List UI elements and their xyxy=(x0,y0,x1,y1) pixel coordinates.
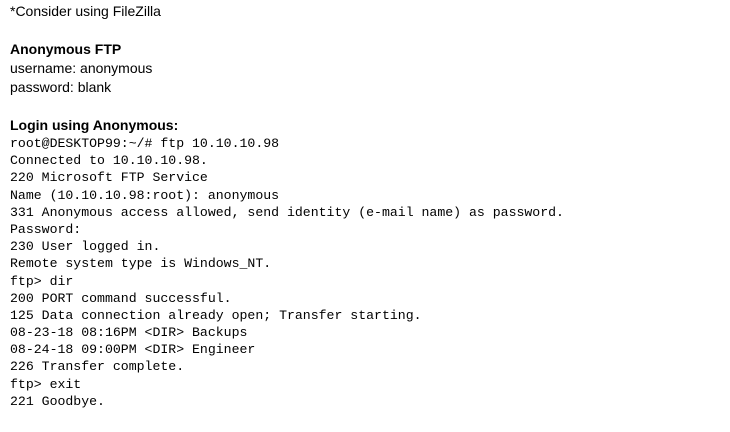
terminal-line: ftp> exit xyxy=(10,376,82,392)
username-line: username: anonymous xyxy=(10,60,153,76)
anonymous-ftp-heading: Anonymous FTP xyxy=(10,41,122,57)
terminal-line: ftp> dir xyxy=(10,273,74,289)
terminal-session: root@DESKTOP99:~/# ftp 10.10.10.98 Conne… xyxy=(10,135,725,410)
terminal-line: Remote system type is Windows_NT. xyxy=(10,256,272,272)
terminal-line: Connected to 10.10.10.98. xyxy=(10,153,208,169)
terminal-line: 220 Microsoft FTP Service xyxy=(10,170,208,186)
terminal-line: Name (10.10.10.98:root): anonymous xyxy=(10,187,280,203)
terminal-line: 221 Goodbye. xyxy=(10,393,105,409)
login-heading: Login using Anonymous: xyxy=(10,117,179,133)
terminal-line: 125 Data connection already open; Transf… xyxy=(10,307,422,323)
terminal-line: 200 PORT command successful. xyxy=(10,290,232,306)
filezilla-note: *Consider using FileZilla xyxy=(10,3,161,19)
terminal-line: 226 Transfer complete. xyxy=(10,359,185,375)
terminal-line: 230 User logged in. xyxy=(10,239,161,255)
terminal-line: 08-23-18 08:16PM <DIR> Backups xyxy=(10,325,248,341)
document-page: *Consider using FileZilla Anonymous FTP … xyxy=(10,0,725,410)
terminal-line: root@DESKTOP99:~/# ftp 10.10.10.98 xyxy=(10,136,280,151)
terminal-line: 08-24-18 09:00PM <DIR> Engineer xyxy=(10,342,256,358)
terminal-line: Password: xyxy=(10,221,82,237)
terminal-line: 331 Anonymous access allowed, send ident… xyxy=(10,204,564,220)
password-line: password: blank xyxy=(10,79,112,95)
